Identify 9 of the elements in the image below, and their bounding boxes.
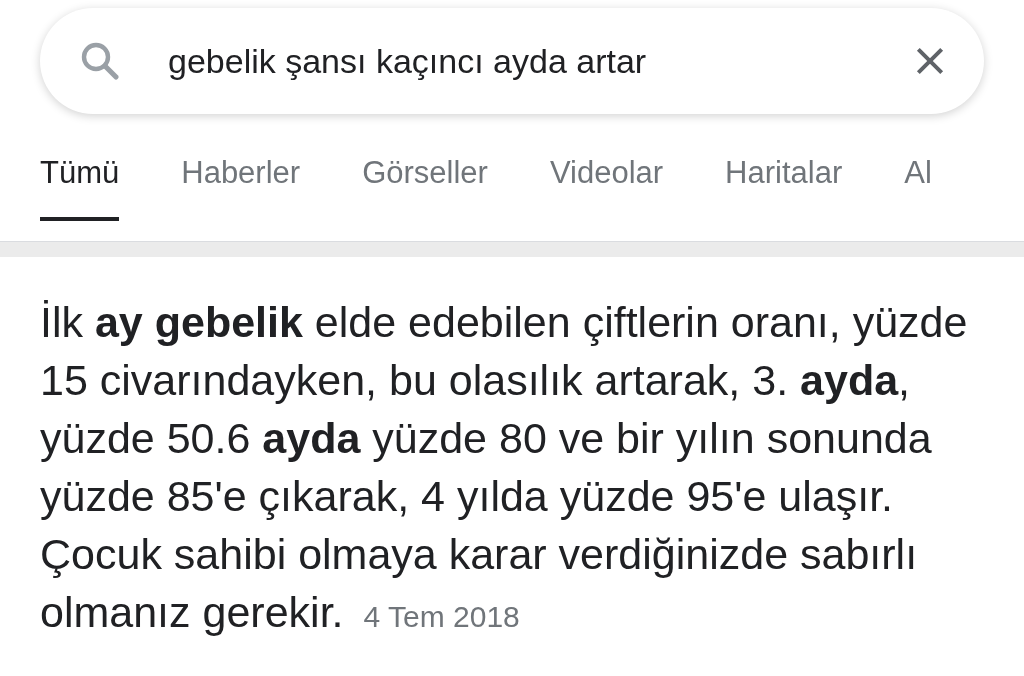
tab[interactable]: Haritalar — [725, 150, 843, 221]
tab[interactable]: Al — [904, 150, 932, 221]
search-bar[interactable]: gebelik şansı kaçıncı ayda artar — [40, 8, 984, 114]
search-field[interactable]: gebelik şansı kaçıncı ayda artar — [168, 35, 910, 87]
tab[interactable]: Tümü — [40, 150, 120, 221]
tab[interactable]: Haberler — [181, 150, 301, 221]
snippet-text: İlk ay gebelik elde edebilen çiftlerin oranı, yüzde 15 civarındayken, bu olasılık artarak, 3. ayda, yüzde 50.6 ayda yüzde 80 ve bir yılın sonunda yüzde 85'e çıkarak, 4 yılda yüzde 95'e ulaşır. Çocuk sahibi olmaya karar verdiğinizde sabırlı olmanız gerekir. 4 Tem 2018 — [40, 296, 969, 638]
tab[interactable]: Videolar — [549, 150, 664, 221]
tab[interactable]: Görseller — [362, 150, 488, 221]
